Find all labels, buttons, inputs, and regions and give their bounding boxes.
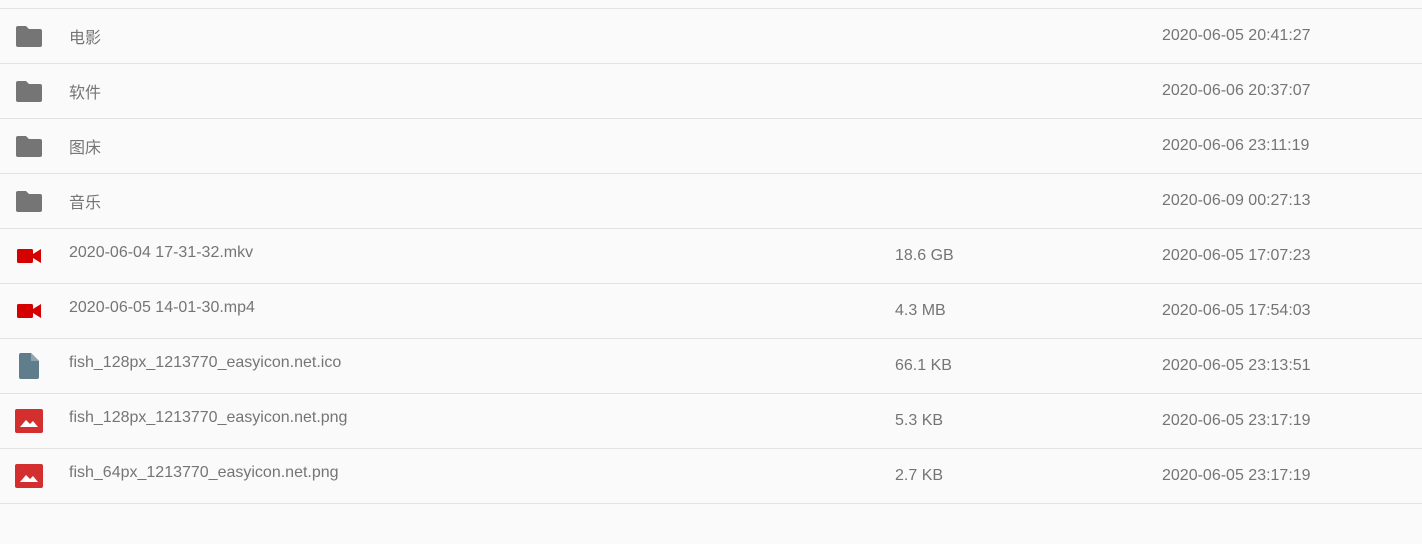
file-name[interactable]: 2020-06-05 14-01-30.mp4 bbox=[69, 299, 255, 317]
file-size: 5.3 KB bbox=[895, 412, 944, 429]
folder-icon bbox=[15, 78, 43, 104]
file-date: 2020-06-06 23:11:19 bbox=[1162, 137, 1310, 154]
file-date: 2020-06-05 17:54:03 bbox=[1162, 302, 1311, 319]
file-size: 2.7 KB bbox=[895, 467, 944, 484]
file-row[interactable]: 电影 2020-06-05 20:41:27 bbox=[0, 9, 1422, 64]
file-row[interactable]: 2020-06-04 17-31-32.mkv 18.6 GB 2020-06-… bbox=[0, 229, 1422, 284]
file-name[interactable]: 音乐 bbox=[69, 189, 101, 213]
folder-icon bbox=[15, 133, 43, 159]
file-row[interactable]: fish_64px_1213770_easyicon.net.png 2.7 K… bbox=[0, 449, 1422, 504]
file-date: 2020-06-05 23:17:19 bbox=[1162, 467, 1311, 484]
file-name[interactable]: fish_64px_1213770_easyicon.net.png bbox=[69, 464, 339, 482]
file-name[interactable]: 软件 bbox=[69, 79, 101, 103]
file-icon bbox=[15, 353, 43, 379]
file-size: 4.3 MB bbox=[895, 302, 946, 319]
file-name[interactable]: fish_128px_1213770_easyicon.net.png bbox=[69, 409, 347, 427]
file-name[interactable]: 2020-06-04 17-31-32.mkv bbox=[69, 244, 253, 262]
file-size: 66.1 KB bbox=[895, 357, 952, 374]
image-icon bbox=[15, 408, 43, 434]
file-row[interactable]: fish_128px_1213770_easyicon.net.png 5.3 … bbox=[0, 394, 1422, 449]
file-list: 电影 2020-06-05 20:41:27 软件 2020-06-06 20:… bbox=[0, 8, 1422, 504]
video-camera-icon bbox=[15, 243, 43, 269]
video-camera-icon bbox=[15, 298, 43, 324]
file-row[interactable]: 图床 2020-06-06 23:11:19 bbox=[0, 119, 1422, 174]
folder-icon bbox=[15, 188, 43, 214]
file-size: 18.6 GB bbox=[895, 247, 954, 264]
file-row[interactable]: 音乐 2020-06-09 00:27:13 bbox=[0, 174, 1422, 229]
folder-icon bbox=[15, 23, 43, 49]
file-row[interactable]: 软件 2020-06-06 20:37:07 bbox=[0, 64, 1422, 119]
file-name[interactable]: fish_128px_1213770_easyicon.net.ico bbox=[69, 354, 341, 372]
file-date: 2020-06-05 20:41:27 bbox=[1162, 27, 1311, 44]
file-name[interactable]: 图床 bbox=[69, 134, 101, 158]
file-date: 2020-06-05 23:17:19 bbox=[1162, 412, 1311, 429]
file-row[interactable]: fish_128px_1213770_easyicon.net.ico 66.1… bbox=[0, 339, 1422, 394]
file-name[interactable]: 电影 bbox=[69, 24, 101, 48]
file-date: 2020-06-06 20:37:07 bbox=[1162, 82, 1311, 99]
file-row[interactable]: 2020-06-05 14-01-30.mp4 4.3 MB 2020-06-0… bbox=[0, 284, 1422, 339]
file-date: 2020-06-05 17:07:23 bbox=[1162, 247, 1311, 264]
image-icon bbox=[15, 463, 43, 489]
file-date: 2020-06-09 00:27:13 bbox=[1162, 192, 1311, 209]
file-date: 2020-06-05 23:13:51 bbox=[1162, 357, 1311, 374]
